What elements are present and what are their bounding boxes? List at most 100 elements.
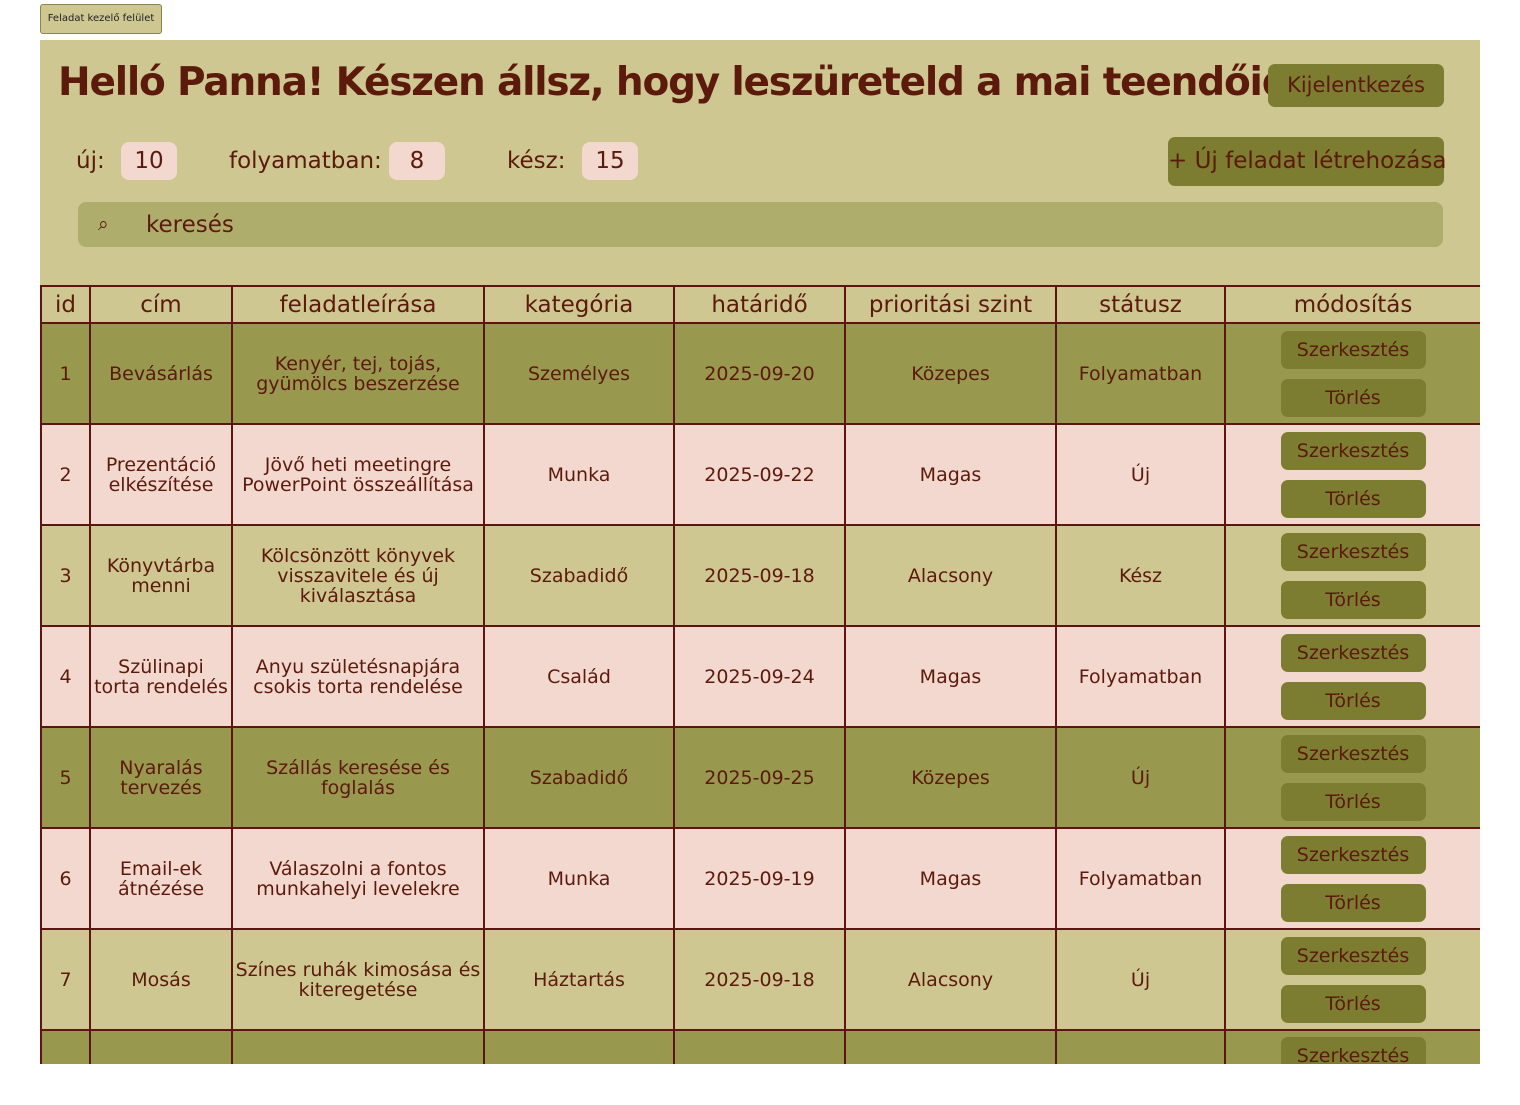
delete-button[interactable]: Törlés: [1280, 479, 1426, 518]
cell-id: 7: [40, 928, 91, 1031]
cell-description: Színes ruhák kimosása és kiteregetése: [231, 928, 485, 1031]
edit-button[interactable]: Szerkesztés: [1280, 532, 1426, 571]
cell-actions: Szerkesztés Törlés: [1224, 322, 1480, 425]
column-header-actions: módosítás: [1224, 285, 1480, 324]
delete-button[interactable]: Törlés: [1280, 984, 1426, 1023]
cell-category: Háztartás: [483, 928, 675, 1031]
cell-title: Könyvtárba menni: [89, 524, 233, 627]
cell-category: Család: [483, 625, 675, 728]
column-header-status: státusz: [1055, 285, 1226, 324]
edit-button[interactable]: Szerkesztés: [1280, 633, 1426, 672]
cell-title: Mosás: [89, 928, 233, 1031]
table-row: 5 Nyaralás tervezés Szállás keresése és …: [40, 726, 1480, 829]
cell-deadline: 2025-09-24: [673, 625, 846, 728]
edit-button[interactable]: Szerkesztés: [1280, 1037, 1426, 1064]
cell-title: [89, 1029, 233, 1064]
table-row: 7 Mosás Színes ruhák kimosása és kitereg…: [40, 928, 1480, 1031]
cell-deadline: 2025-09-18: [673, 524, 846, 627]
cell-status: Folyamatban: [1055, 322, 1226, 425]
column-header-title: cím: [89, 285, 233, 324]
cell-actions: Szerkesztés Törlés: [1224, 625, 1480, 728]
cell-id: 6: [40, 827, 91, 930]
cell-status: Új: [1055, 726, 1226, 829]
logout-button[interactable]: Kijelentkezés: [1268, 64, 1444, 107]
cell-category: Munka: [483, 423, 675, 526]
column-header-id: id: [40, 285, 91, 324]
cell-id: [40, 1029, 91, 1064]
cell-actions: Szerkesztés Törlés: [1224, 827, 1480, 930]
cell-id: 4: [40, 625, 91, 728]
cell-id: 1: [40, 322, 91, 425]
cell-description: Szállás keresése és foglalás: [231, 726, 485, 829]
table-header-row: id cím feladatleírása kategória határidő…: [40, 285, 1480, 324]
search-bar[interactable]: ⌕: [78, 202, 1443, 247]
cell-id: 5: [40, 726, 91, 829]
search-input[interactable]: [146, 202, 1426, 247]
cell-actions: Szerkesztés Törlés: [1224, 524, 1480, 627]
column-header-priority: prioritási szint: [844, 285, 1057, 324]
delete-button[interactable]: Törlés: [1280, 580, 1426, 619]
cell-priority: Közepes: [844, 322, 1057, 425]
counter-new-value: 10: [121, 142, 177, 180]
cell-deadline: 2025-09-19: [673, 827, 846, 930]
counter-in-progress-label: folyamatban:: [229, 148, 382, 174]
table-row: 3 Könyvtárba menni Kölcsönzött könyvek v…: [40, 524, 1480, 627]
counter-new-label: új:: [76, 148, 105, 174]
cell-category: Munka: [483, 827, 675, 930]
table-row: 1 Bevásárlás Kenyér, tej, tojás, gyümölc…: [40, 322, 1480, 425]
column-header-category: kategória: [483, 285, 675, 324]
search-icon: ⌕: [98, 213, 109, 235]
cell-id: 3: [40, 524, 91, 627]
cell-category: Szabadidő: [483, 524, 675, 627]
cell-priority: Közepes: [844, 726, 1057, 829]
table-row: 4 Szülinapi torta rendelés Anyu születés…: [40, 625, 1480, 728]
edit-button[interactable]: Szerkesztés: [1280, 835, 1426, 874]
cell-priority: Magas: [844, 423, 1057, 526]
cell-deadline: 2025-09-20: [673, 322, 846, 425]
column-header-description: feladatleírása: [231, 285, 485, 324]
cell-description: Jövő heti meetingre PowerPoint összeállí…: [231, 423, 485, 526]
counter-in-progress-value: 8: [389, 142, 445, 180]
delete-button[interactable]: Törlés: [1280, 782, 1426, 821]
cell-title: Email-ek átnézése: [89, 827, 233, 930]
edit-button[interactable]: Szerkesztés: [1280, 734, 1426, 773]
edit-button[interactable]: Szerkesztés: [1280, 330, 1426, 369]
cell-description: Kenyér, tej, tojás, gyümölcs beszerzése: [231, 322, 485, 425]
cell-description: [231, 1029, 485, 1064]
delete-button[interactable]: Törlés: [1280, 681, 1426, 720]
table-row: 6 Email-ek átnézése Válaszolni a fontos …: [40, 827, 1480, 930]
cell-actions: Szerkesztés Törlés: [1224, 928, 1480, 1031]
cell-deadline: 2025-09-22: [673, 423, 846, 526]
cell-title: Szülinapi torta rendelés: [89, 625, 233, 728]
cell-status: Új: [1055, 423, 1226, 526]
app-tab-button[interactable]: Feladat kezelő felület: [40, 4, 162, 34]
cell-status: Folyamatban: [1055, 827, 1226, 930]
table-row: Szerkesztés: [40, 1029, 1480, 1064]
main-panel: Helló Panna! Készen állsz, hogy leszüret…: [40, 40, 1480, 1064]
cell-description: Anyu születésnapjára csokis torta rendel…: [231, 625, 485, 728]
cell-actions: Szerkesztés Törlés: [1224, 423, 1480, 526]
cell-title: Nyaralás tervezés: [89, 726, 233, 829]
cell-priority: Alacsony: [844, 524, 1057, 627]
delete-button[interactable]: Törlés: [1280, 378, 1426, 417]
edit-button[interactable]: Szerkesztés: [1280, 431, 1426, 470]
counter-done-label: kész:: [507, 148, 566, 174]
new-task-button[interactable]: + Új feladat létrehozása: [1168, 137, 1446, 186]
cell-status: Kész: [1055, 524, 1226, 627]
column-header-deadline: határidő: [673, 285, 846, 324]
edit-button[interactable]: Szerkesztés: [1280, 936, 1426, 975]
cell-title: Prezentáció elkészítése: [89, 423, 233, 526]
cell-actions: Szerkesztés Törlés: [1224, 726, 1480, 829]
cell-status: Folyamatban: [1055, 625, 1226, 728]
greeting-heading: Helló Panna! Készen állsz, hogy leszüret…: [58, 60, 1354, 105]
cell-category: [483, 1029, 675, 1064]
cell-deadline: [673, 1029, 846, 1064]
cell-priority: Alacsony: [844, 928, 1057, 1031]
delete-button[interactable]: Törlés: [1280, 883, 1426, 922]
task-table: id cím feladatleírása kategória határidő…: [40, 285, 1480, 1064]
cell-priority: Magas: [844, 827, 1057, 930]
cell-description: Kölcsönzött könyvek visszavitele és új k…: [231, 524, 485, 627]
cell-priority: [844, 1029, 1057, 1064]
cell-id: 2: [40, 423, 91, 526]
cell-category: Szabadidő: [483, 726, 675, 829]
